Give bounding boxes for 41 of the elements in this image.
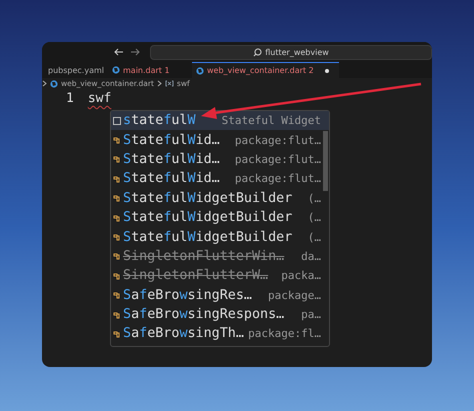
suggestion-item[interactable]: StatefulWid… package:flut… <box>111 150 329 170</box>
code-text: swf <box>88 91 112 106</box>
class-icon <box>113 194 121 202</box>
suggestion-item[interactable]: StatefulWidgetBuilder (… <box>111 208 329 228</box>
suggestion-item[interactable]: SafeBrowsingTh… package:fl… <box>111 324 329 344</box>
suggestion-item[interactable]: SafeBrowsingRes… package… <box>111 286 329 305</box>
editor-tab[interactable]: main.dart 1 <box>108 62 192 78</box>
class-icon <box>113 174 121 183</box>
class-icon <box>113 136 121 144</box>
class-icon <box>113 233 121 242</box>
chevron-icon <box>156 80 162 87</box>
suggestion-item[interactable]: SafeBrowsingRespons… pa… <box>111 304 329 324</box>
suggestion-item[interactable]: StatefulWidgetBuilder (… <box>111 188 329 208</box>
class-icon <box>113 155 121 164</box>
suggestion-item[interactable]: SingletonFlutterWin… da… <box>111 246 329 266</box>
search-field[interactable]: flutter_webview <box>150 44 432 60</box>
chevron-icon <box>42 80 47 87</box>
class-icon <box>113 310 121 319</box>
line-number: 1 <box>66 91 74 106</box>
editor-tab[interactable]: web_view_container.dart 2 <box>192 62 339 78</box>
unsaved-dot-icon <box>324 68 329 72</box>
class-icon <box>113 291 121 300</box>
suggestion-item[interactable]: statefulW Stateful Widget <box>111 111 329 130</box>
search-icon <box>253 48 262 56</box>
suggestion-item[interactable]: StatefulWid… package:flut… <box>111 130 329 150</box>
suggestion-item[interactable]: SingletonFlutterW… packa… <box>111 266 329 286</box>
dart-file-icon <box>196 66 204 74</box>
forward-arrow-icon[interactable] <box>130 48 140 56</box>
dart-file-icon <box>50 80 58 88</box>
dart-file-icon <box>112 66 120 74</box>
suggestion-item[interactable]: StatefulWidgetBuilder (… <box>111 227 329 247</box>
variable-icon <box>164 80 174 87</box>
suggestion-item[interactable]: StatefulWid… package:flut… <box>111 169 329 189</box>
class-icon <box>113 252 121 260</box>
editor-tab[interactable]: pubspec.yaml <box>42 62 108 78</box>
square-icon <box>113 116 121 125</box>
scrollbar-thumb[interactable] <box>323 131 328 191</box>
class-icon <box>113 330 121 338</box>
back-arrow-icon[interactable] <box>114 48 124 56</box>
class-icon <box>113 272 121 280</box>
class-icon <box>113 214 121 222</box>
